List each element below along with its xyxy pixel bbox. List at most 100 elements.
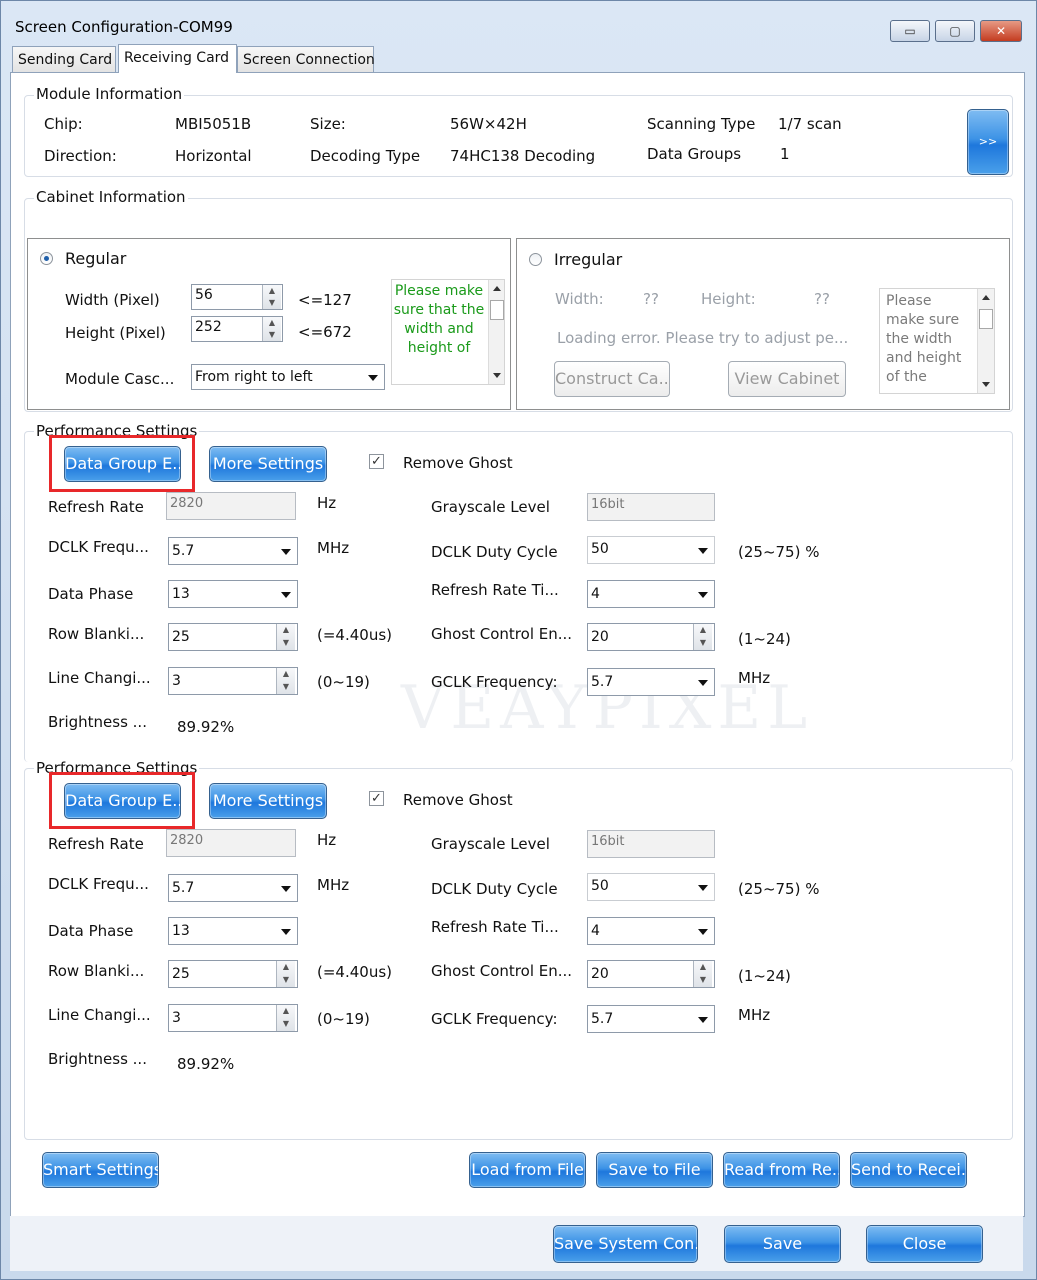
remove-ghost-checkbox-1[interactable]: ✓ [369, 454, 384, 469]
save-to-file-button[interactable]: Save to File [596, 1152, 713, 1188]
gclk-frequency-select-2[interactable]: 5.7 [587, 1005, 715, 1033]
row-blanking-label-1: Row Blanki... [48, 625, 145, 643]
read-from-receiver-button[interactable]: Read from Re... [723, 1152, 840, 1188]
scanning-type-value: 1/7 scan [778, 115, 842, 133]
irregular-width-value: ?? [643, 290, 659, 308]
remove-ghost-label-2: Remove Ghost [403, 791, 513, 809]
row-blanking-note-2: (=4.40us) [317, 963, 392, 981]
chevron-down-icon [281, 886, 291, 892]
refresh-rate-input-2: 2820 [166, 829, 296, 857]
irregular-note-box: Please make sure the width and height of… [879, 288, 995, 394]
irregular-loading-error: Loading error. Please try to adjust pe..… [557, 329, 849, 347]
tab-sending-card[interactable]: Sending Card [12, 46, 116, 72]
line-change-label-1: Line Changi... [48, 669, 151, 687]
chevron-down-icon [698, 885, 708, 891]
save-button[interactable]: Save [724, 1225, 841, 1263]
ghost-control-label-2: Ghost Control En... [431, 962, 573, 980]
gclk-frequency-value-1: 5.7 [591, 674, 614, 690]
regular-note-scrollbar[interactable] [488, 280, 504, 384]
chevron-down-icon [281, 592, 291, 598]
chevron-down-icon [368, 375, 378, 381]
chevron-down-icon [698, 1017, 708, 1023]
chevron-down-icon [281, 929, 291, 935]
direction-label: Direction: [44, 147, 117, 165]
data-phase-value-2: 13 [172, 923, 190, 939]
line-change-spinner-2[interactable]: ▲ ▼ [276, 1005, 295, 1031]
scroll-thumb[interactable] [490, 300, 504, 320]
chevron-down-icon [698, 548, 708, 554]
regular-radio[interactable] [40, 252, 53, 265]
dclk-frequency-select-1[interactable]: 5.7 [168, 537, 298, 565]
width-pixel-spinner[interactable]: ▲ ▼ [262, 285, 281, 309]
ghost-control-label-1: Ghost Control En... [431, 625, 573, 643]
regular-note-text: Please make sure that the width and heig… [393, 283, 485, 356]
row-blanking-spinner-2[interactable]: ▲ ▼ [276, 961, 295, 987]
refresh-rate-times-value-2: 4 [591, 923, 600, 939]
title-bar: Screen Configuration-COM99 ▭ ▢ ✕ [1, 1, 1036, 42]
maximize-icon: ▢ [949, 24, 961, 38]
regular-note-box: Please make sure that the width and heig… [391, 279, 505, 385]
scroll-thumb[interactable] [979, 309, 993, 329]
brightness-label-2: Brightness ... [48, 1050, 147, 1068]
data-phase-select-1[interactable]: 13 [168, 580, 298, 608]
gclk-frequency-unit-1: MHz [738, 669, 771, 687]
remove-ghost-label-1: Remove Ghost [403, 454, 513, 472]
decoding-type-label: Decoding Type [310, 147, 421, 165]
chevron-down-icon [698, 680, 708, 686]
row-blanking-spinner-1[interactable]: ▲ ▼ [276, 624, 295, 650]
dclk-duty-cycle-select-1[interactable]: 50 [587, 536, 715, 564]
footer-bar: Save System Con... Save Close [10, 1216, 1023, 1271]
more-settings-button-1[interactable]: More Settings [209, 446, 327, 482]
data-phase-select-2[interactable]: 13 [168, 917, 298, 945]
minimize-button[interactable]: ▭ [890, 20, 930, 42]
dclk-duty-cycle-value-2: 50 [591, 878, 609, 894]
refresh-rate-times-select-1[interactable]: 4 [587, 580, 715, 608]
irregular-note-scrollbar[interactable] [977, 289, 994, 393]
irregular-radio[interactable] [529, 253, 542, 266]
construct-cabinet-button[interactable]: Construct Ca... [554, 361, 670, 397]
gclk-frequency-select-1[interactable]: 5.7 [587, 668, 715, 696]
load-from-file-button[interactable]: Load from File [469, 1152, 586, 1188]
chevron-down-icon [698, 929, 708, 935]
brightness-value-1: 89.92% [177, 718, 235, 736]
chip-value: MBI5051B [175, 115, 252, 133]
refresh-rate-times-value-1: 4 [591, 586, 600, 602]
close-button[interactable]: Close [866, 1225, 983, 1263]
height-pixel-spinner[interactable]: ▲ ▼ [262, 317, 281, 341]
maximize-button[interactable]: ▢ [935, 20, 975, 42]
tab-screen-connection[interactable]: Screen Connection [237, 46, 375, 72]
ghost-control-spinner-1[interactable]: ▲ ▼ [693, 624, 712, 650]
gclk-frequency-value-2: 5.7 [591, 1011, 614, 1027]
gclk-frequency-label-2: GCLK Frequency: [431, 1010, 558, 1028]
send-to-receiver-button[interactable]: Send to Recei... [850, 1152, 967, 1188]
expand-module-info-button[interactable]: >> [967, 109, 1009, 175]
module-cascade-select[interactable]: From right to left [191, 364, 385, 390]
line-change-spinner-1[interactable]: ▲ ▼ [276, 668, 295, 694]
highlight-box-1 [49, 435, 195, 492]
dclk-frequency-select-2[interactable]: 5.7 [168, 874, 298, 902]
grayscale-level-label-1: Grayscale Level [431, 498, 550, 516]
dclk-duty-cycle-label-1: DCLK Duty Cycle [431, 543, 558, 561]
grayscale-level-input-1: 16bit [587, 493, 715, 521]
receiving-card-panel: Module Information Chip: MBI5051B Size: … [10, 72, 1025, 1217]
screen-configuration-window: Screen Configuration-COM99 ▭ ▢ ✕ Sending… [0, 0, 1037, 1280]
more-settings-button-2[interactable]: More Settings [209, 783, 327, 819]
remove-ghost-checkbox-2[interactable]: ✓ [369, 791, 384, 806]
row-blanking-note-1: (=4.40us) [317, 626, 392, 644]
ghost-control-spinner-2[interactable]: ▲ ▼ [693, 961, 712, 987]
refresh-rate-times-label-1: Refresh Rate Ti... [431, 581, 559, 599]
save-system-config-button[interactable]: Save System Con... [553, 1225, 698, 1263]
data-phase-label-1: Data Phase [48, 585, 134, 603]
height-pixel-max: <=672 [298, 323, 352, 341]
close-window-button[interactable]: ✕ [980, 20, 1022, 42]
tab-receiving-card[interactable]: Receiving Card [118, 44, 237, 73]
view-cabinet-button[interactable]: View Cabinet [728, 361, 846, 397]
refresh-rate-times-select-2[interactable]: 4 [587, 917, 715, 945]
dclk-frequency-value-2: 5.7 [172, 880, 195, 896]
scroll-down-icon [493, 373, 501, 378]
smart-settings-button[interactable]: Smart Settings [42, 1152, 159, 1188]
dclk-duty-cycle-select-2[interactable]: 50 [587, 873, 715, 901]
ghost-control-range-2: (1~24) [738, 967, 791, 985]
cabinet-information-legend: Cabinet Information [34, 188, 188, 206]
scroll-up-icon [982, 295, 990, 300]
